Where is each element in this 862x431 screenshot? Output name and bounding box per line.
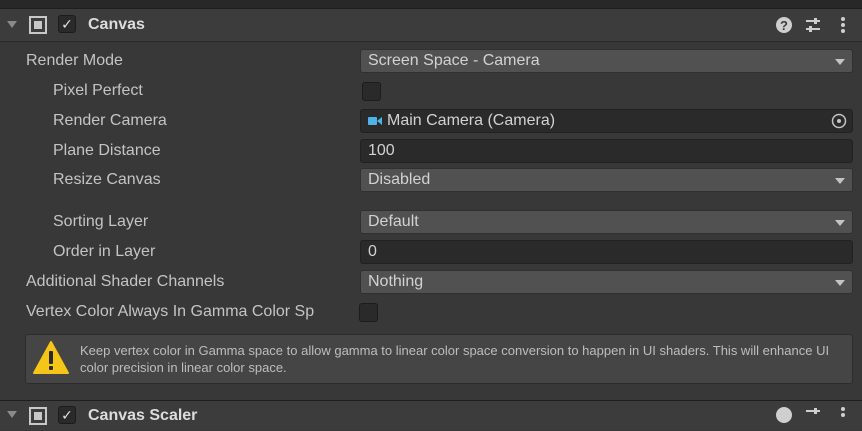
foldout-arrow-icon[interactable] xyxy=(7,411,17,418)
chevron-down-icon xyxy=(835,280,845,286)
pixel-perfect-checkbox[interactable] xyxy=(362,82,381,101)
order-in-layer-row: Order in Layer 0 xyxy=(0,238,862,266)
sorting-layer-dropdown[interactable]: Default xyxy=(360,210,853,234)
plane-distance-label: Plane Distance xyxy=(53,142,161,159)
presets-icon[interactable] xyxy=(803,14,823,36)
help-icon[interactable] xyxy=(774,404,794,426)
order-in-layer-input[interactable]: 0 xyxy=(360,240,853,264)
additional-shader-channels-row: Additional Shader Channels Nothing xyxy=(0,268,862,296)
render-camera-label: Render Camera xyxy=(53,112,167,129)
inspector-top-strip xyxy=(0,0,862,8)
canvas-component-header[interactable]: ✓ Canvas ? xyxy=(0,8,862,42)
render-mode-dropdown[interactable]: Screen Space - Camera xyxy=(360,49,853,73)
sorting-layer-row: Sorting Layer Default xyxy=(0,208,862,236)
object-picker-icon[interactable] xyxy=(831,113,847,129)
canvas-scaler-icon xyxy=(29,407,47,425)
resize-canvas-label: Resize Canvas xyxy=(53,171,161,188)
vertex-color-gamma-label: Vertex Color Always In Gamma Color Sp xyxy=(26,303,315,320)
resize-canvas-value: Disabled xyxy=(368,171,431,188)
sorting-layer-label: Sorting Layer xyxy=(53,213,149,230)
sorting-layer-value: Default xyxy=(368,213,419,230)
additional-shader-channels-value: Nothing xyxy=(368,273,424,290)
help-icon[interactable]: ? xyxy=(774,14,794,36)
presets-icon[interactable] xyxy=(803,404,823,426)
render-camera-row: Render Camera Main Camera (Camera) xyxy=(0,107,862,135)
chevron-down-icon xyxy=(835,220,845,226)
render-camera-value: Main Camera (Camera) xyxy=(387,112,556,129)
pixel-perfect-row: Pixel Perfect xyxy=(0,77,862,105)
render-mode-value: Screen Space - Camera xyxy=(368,52,540,69)
plane-distance-row: Plane Distance 100 xyxy=(0,137,862,165)
chevron-down-icon xyxy=(835,178,845,184)
additional-shader-channels-dropdown[interactable]: Nothing xyxy=(360,270,853,294)
canvas-scaler-component-header[interactable]: ✓ Canvas Scaler xyxy=(0,400,862,430)
warning-help-box: Keep vertex color in Gamma space to allo… xyxy=(25,334,853,384)
kebab-menu-icon[interactable] xyxy=(833,14,853,36)
order-in-layer-label: Order in Layer xyxy=(53,243,156,260)
canvas-icon xyxy=(29,16,47,34)
foldout-arrow-icon[interactable] xyxy=(7,21,17,28)
chevron-down-icon xyxy=(835,59,845,65)
warning-help-text: Keep vertex color in Gamma space to allo… xyxy=(80,343,830,375)
render-mode-row: Render Mode Screen Space - Camera xyxy=(0,47,862,75)
component-title: Canvas xyxy=(88,16,145,33)
resize-canvas-row: Resize Canvas Disabled xyxy=(0,166,862,194)
vertex-color-gamma-checkbox[interactable] xyxy=(359,303,378,322)
camera-icon xyxy=(368,117,382,125)
kebab-menu-icon[interactable] xyxy=(833,404,853,426)
plane-distance-input[interactable]: 100 xyxy=(360,139,853,163)
component-enabled-checkbox[interactable]: ✓ xyxy=(58,406,76,424)
resize-canvas-dropdown[interactable]: Disabled xyxy=(360,168,853,192)
warning-icon xyxy=(33,341,69,374)
svg-text:?: ? xyxy=(780,18,788,33)
component-enabled-checkbox[interactable]: ✓ xyxy=(58,15,76,33)
pixel-perfect-label: Pixel Perfect xyxy=(53,82,143,99)
additional-shader-channels-label: Additional Shader Channels xyxy=(26,273,225,290)
render-mode-label: Render Mode xyxy=(26,52,123,69)
vertex-color-gamma-row: Vertex Color Always In Gamma Color Sp xyxy=(0,298,862,326)
component-title: Canvas Scaler xyxy=(88,407,198,424)
render-camera-object-field[interactable]: Main Camera (Camera) xyxy=(360,109,853,133)
